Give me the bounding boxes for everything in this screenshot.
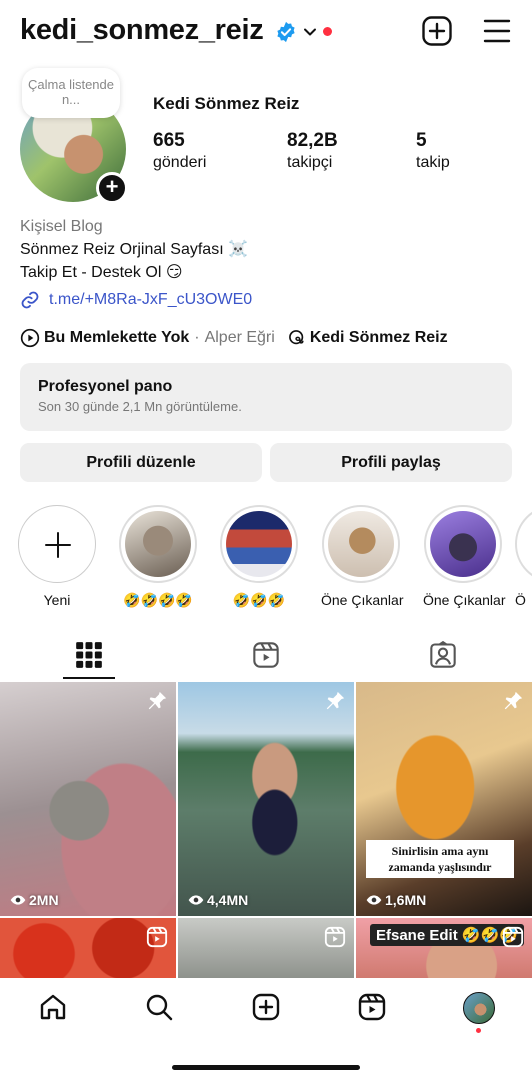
post-caption-overlay: Sinirlisin ama aynı zamanda yaşlısındır [366, 840, 514, 878]
verified-badge-icon [277, 21, 295, 43]
reels-icon [146, 926, 168, 948]
pro-panel-title: Profesyonel pano [38, 378, 173, 395]
stat-following-label: takip [416, 154, 450, 171]
highlight-item[interactable]: Öne Çıkanlar [423, 505, 506, 608]
pin-icon [504, 691, 523, 710]
music-and-threads-row: Bu Memlekette Yok · Alper Eğri Kedi Sönm… [20, 327, 448, 349]
grid-post[interactable]: Sinirlisin ama aynı zamanda yaşlısındır … [356, 682, 532, 916]
professional-dashboard[interactable]: Profesyonel pano Son 30 günde 2,1 Mn gör… [20, 363, 512, 431]
reels-icon[interactable] [357, 992, 387, 1022]
stat-posts[interactable]: 665 gönderi [153, 130, 206, 172]
pin-icon [148, 691, 167, 710]
home-icon[interactable] [38, 992, 68, 1022]
highlight-label: Ö [515, 592, 526, 608]
highlight-label: 🤣🤣🤣🤣 [123, 592, 193, 608]
display-name: Kedi Sönmez Reiz [153, 94, 300, 113]
hamburger-menu-icon[interactable] [482, 17, 512, 45]
notification-dot [323, 27, 332, 36]
post-grid: 2MN 4,4MN Sinirlisin ama aynı zamanda ya… [0, 682, 532, 978]
tab-reels[interactable] [177, 630, 354, 680]
song-title[interactable]: Bu Memlekette Yok [44, 329, 189, 347]
home-indicator [172, 1065, 360, 1070]
highlight-cover [430, 511, 496, 577]
highlight-item[interactable]: 🤣🤣🤣 [219, 505, 299, 609]
stat-posts-label: gönderi [153, 154, 207, 171]
edit-profile-button[interactable]: Profili düzenle [20, 443, 262, 482]
highlight-new-circle [18, 505, 96, 583]
plus-icon [45, 532, 71, 558]
note-bubble[interactable]: Çalma listende n... [22, 68, 120, 118]
tagged-person-icon [429, 641, 456, 668]
chevron-down-icon[interactable] [302, 24, 318, 40]
view-count: 2MN [10, 892, 59, 908]
view-count-text: 2MN [29, 892, 59, 908]
view-count-text: 4,4MN [207, 892, 249, 908]
stat-posts-count: 665 [153, 130, 185, 151]
highlight-item[interactable]: Öne Çıkanlar [321, 505, 404, 608]
pin-icon [326, 691, 345, 710]
share-profile-button[interactable]: Profili paylaş [270, 443, 512, 482]
highlight-item[interactable]: Ö [515, 505, 532, 608]
play-circle-icon [20, 328, 40, 348]
tab-tagged[interactable] [354, 630, 531, 680]
profile-tabs [0, 630, 532, 680]
highlight-cover [328, 511, 394, 577]
view-count-text: 1,6MN [385, 892, 427, 908]
highlight-item[interactable]: 🤣🤣🤣🤣 [118, 505, 198, 609]
grid-post[interactable]: Efsane Edit 🤣🤣🤣 [356, 918, 532, 978]
view-count: 4,4MN [188, 892, 248, 908]
reels-icon [324, 926, 346, 948]
bio-line-1: Sönmez Reiz Orjinal Sayfası ☠️ [20, 241, 248, 258]
bio-link[interactable]: t.me/+M8Ra-JxF_cU3OWE0 [20, 289, 252, 311]
view-count: 1,6MN [366, 892, 426, 908]
profile-header: kedi_sonmez_reiz [0, 0, 532, 64]
notification-dot [476, 1028, 481, 1033]
stat-followers-count: 82,2B [287, 130, 338, 151]
eye-icon [188, 895, 204, 905]
highlight-new[interactable]: Yeni [17, 505, 97, 608]
grid-post[interactable]: 4,4MN [178, 682, 354, 916]
highlight-label: Yeni [43, 592, 71, 608]
post-title-overlay: Efsane Edit 🤣🤣🤣 [370, 924, 524, 946]
grid-post[interactable]: 2MN [0, 682, 176, 916]
search-icon[interactable] [144, 992, 174, 1022]
grid-icon [75, 642, 102, 668]
stat-following[interactable]: 5 takip [416, 130, 450, 172]
profile-avatar[interactable] [463, 992, 495, 1024]
grid-post[interactable] [0, 918, 176, 978]
create-icon[interactable] [251, 992, 281, 1022]
artist-separator: · [194, 329, 200, 346]
eye-icon [10, 895, 26, 905]
stat-following-count: 5 [416, 130, 427, 151]
highlight-cover [125, 511, 191, 577]
stat-followers[interactable]: 82,2B takipçi [287, 130, 338, 172]
add-story-icon[interactable]: + [96, 172, 128, 204]
stat-followers-label: takipçi [287, 154, 333, 171]
username[interactable]: kedi_sonmez_reiz [20, 14, 264, 47]
highlight-cover [226, 511, 292, 577]
reels-icon [252, 642, 279, 668]
song-artist: Alper Eğri [204, 329, 275, 346]
profile-category: Kişisel Blog [20, 218, 103, 235]
highlight-label: Öne Çıkanlar [423, 592, 506, 608]
bio-link-text[interactable]: t.me/+M8Ra-JxF_cU3OWE0 [49, 291, 252, 309]
tab-grid[interactable] [0, 630, 177, 680]
plus-square-icon[interactable] [421, 15, 453, 47]
bio-line-2: Takip Et - Destek Ol 😏 [20, 264, 183, 281]
link-icon [21, 291, 39, 309]
grid-post[interactable] [178, 918, 354, 978]
threads-icon [288, 330, 304, 345]
highlight-label: Öne Çıkanlar [321, 592, 404, 608]
reels-icon [502, 926, 524, 948]
eye-icon [366, 895, 382, 905]
threads-link[interactable]: Kedi Sönmez Reiz [310, 329, 448, 347]
active-tab-indicator [63, 677, 115, 679]
highlight-label: 🤣🤣🤣 [232, 592, 286, 608]
pro-panel-subtitle: Son 30 günde 2,1 Mn görüntüleme. [38, 399, 242, 414]
